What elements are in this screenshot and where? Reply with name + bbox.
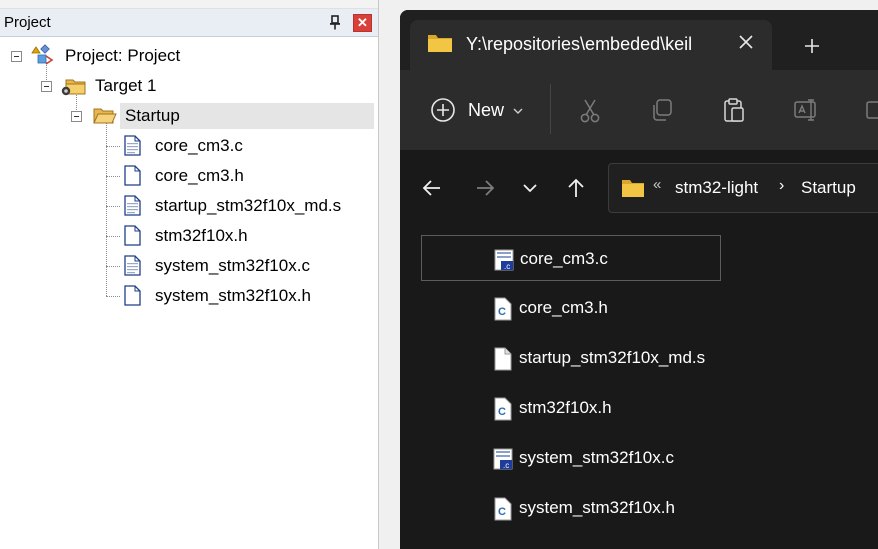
tree-line: [106, 206, 120, 207]
tree-file[interactable]: system_stm32f10x.h: [155, 283, 311, 309]
svg-text:C: C: [498, 406, 506, 418]
tree-line: [106, 122, 107, 296]
toolbar-separator: [550, 84, 551, 134]
file-item[interactable]: C stm32f10x.h: [421, 385, 721, 431]
c-source-file-icon: [124, 255, 141, 276]
file-name: system_stm32f10x.c: [519, 448, 674, 467]
project-root-icon: [31, 44, 54, 65]
copy-icon[interactable]: [648, 96, 676, 124]
tree-line: [106, 236, 120, 237]
open-folder-icon: [93, 108, 117, 124]
svg-text:.c: .c: [503, 461, 509, 470]
tree-file[interactable]: stm32f10x.h: [155, 223, 248, 249]
forward-arrow-icon[interactable]: [473, 176, 497, 200]
address-bar[interactable]: « stm32-light › Startup: [608, 163, 878, 213]
tree-line: [106, 146, 120, 147]
tree-root-project[interactable]: Project: Project: [65, 43, 180, 69]
file-name: core_cm3.c: [520, 249, 608, 268]
target-folder-icon: [61, 79, 86, 96]
file-item[interactable]: C system_stm32f10x.h: [421, 485, 721, 531]
file-name: stm32f10x.h: [519, 398, 612, 417]
back-arrow-icon[interactable]: [420, 176, 444, 200]
folder-icon: [622, 180, 644, 197]
file-item[interactable]: C core_cm3.h: [421, 285, 721, 331]
recent-locations-chevron-icon[interactable]: [518, 176, 542, 200]
new-button-label: New: [468, 100, 505, 120]
share-icon[interactable]: [864, 96, 878, 124]
breadcrumb-separator-icon[interactable]: ›: [779, 177, 784, 195]
tab-title: Y:\repositories\embeded\keil: [466, 34, 693, 54]
file-item[interactable]: startup_stm32f10x_md.s: [421, 335, 721, 381]
project-pane-header: Project ✕: [0, 9, 378, 37]
file-name: startup_stm32f10x_md.s: [519, 348, 706, 367]
collapse-group-toggle[interactable]: [71, 111, 82, 122]
tab-bar: Y:\repositories\embeded\keil: [400, 10, 878, 70]
file-item[interactable]: .c core_cm3.c: [421, 235, 721, 281]
new-tab-icon[interactable]: [800, 34, 824, 58]
command-bar: New: [400, 70, 878, 151]
up-arrow-icon[interactable]: [564, 176, 588, 200]
collapse-root-toggle[interactable]: [11, 51, 22, 62]
h-file-icon: C: [494, 497, 512, 521]
collapse-target-toggle[interactable]: [41, 81, 52, 92]
close-pane-button[interactable]: ✕: [353, 14, 372, 32]
svg-text:.c: .c: [504, 262, 510, 271]
svg-text:C: C: [498, 506, 506, 518]
h-file-icon: C: [494, 297, 512, 321]
tree-file[interactable]: startup_stm32f10x_md.s: [155, 193, 341, 219]
tree-line: [106, 266, 120, 267]
breadcrumb-current[interactable]: Startup: [801, 178, 856, 198]
project-pane-title: Project: [4, 14, 51, 31]
c-file-icon: .c: [493, 448, 513, 470]
close-tab-icon[interactable]: [734, 30, 758, 54]
file-item[interactable]: .c system_stm32f10x.c: [421, 435, 721, 481]
explorer-tab[interactable]: Y:\repositories\embeded\keil: [410, 20, 772, 70]
pin-icon[interactable]: [328, 15, 342, 30]
breadcrumb-parent[interactable]: stm32-light: [675, 178, 758, 198]
overflow-chevron-icon[interactable]: «: [653, 176, 661, 193]
file-name: core_cm3.h: [519, 298, 608, 317]
header-file-icon: [124, 165, 141, 186]
tree-line: [106, 296, 120, 297]
file-name: system_stm32f10x.h: [519, 498, 675, 517]
top-strip: [0, 0, 378, 9]
chevron-down-icon: [513, 108, 523, 114]
tree-file[interactable]: core_cm3.c: [155, 133, 243, 159]
tree-file[interactable]: core_cm3.h: [155, 163, 244, 189]
c-source-file-icon: [124, 135, 141, 156]
c-file-icon: .c: [494, 249, 514, 271]
navigation-bar: « stm32-light › Startup: [400, 150, 878, 226]
rename-icon[interactable]: [792, 96, 820, 124]
paste-icon[interactable]: [720, 96, 748, 124]
svg-text:C: C: [498, 306, 506, 318]
plus-circle-icon: [431, 98, 455, 122]
tree-file[interactable]: system_stm32f10x.c: [155, 253, 310, 279]
file-explorer-window: Y:\repositories\embeded\keil New « stm32…: [400, 10, 878, 549]
tree-group-startup[interactable]: Startup: [125, 103, 180, 129]
tree-target[interactable]: Target 1: [95, 73, 156, 99]
tree-line: [106, 176, 120, 177]
generic-file-icon: [494, 347, 512, 371]
asm-file-icon: [124, 195, 141, 216]
project-pane: Project ✕ Project: Project Target 1 Star…: [0, 0, 379, 549]
file-list: .c core_cm3.c C core_cm3.h startup_stm32…: [400, 226, 878, 549]
cut-icon[interactable]: [576, 96, 604, 124]
h-file-icon: C: [494, 397, 512, 421]
folder-icon: [428, 35, 452, 52]
header-file-icon: [124, 225, 141, 246]
header-file-icon: [124, 285, 141, 306]
